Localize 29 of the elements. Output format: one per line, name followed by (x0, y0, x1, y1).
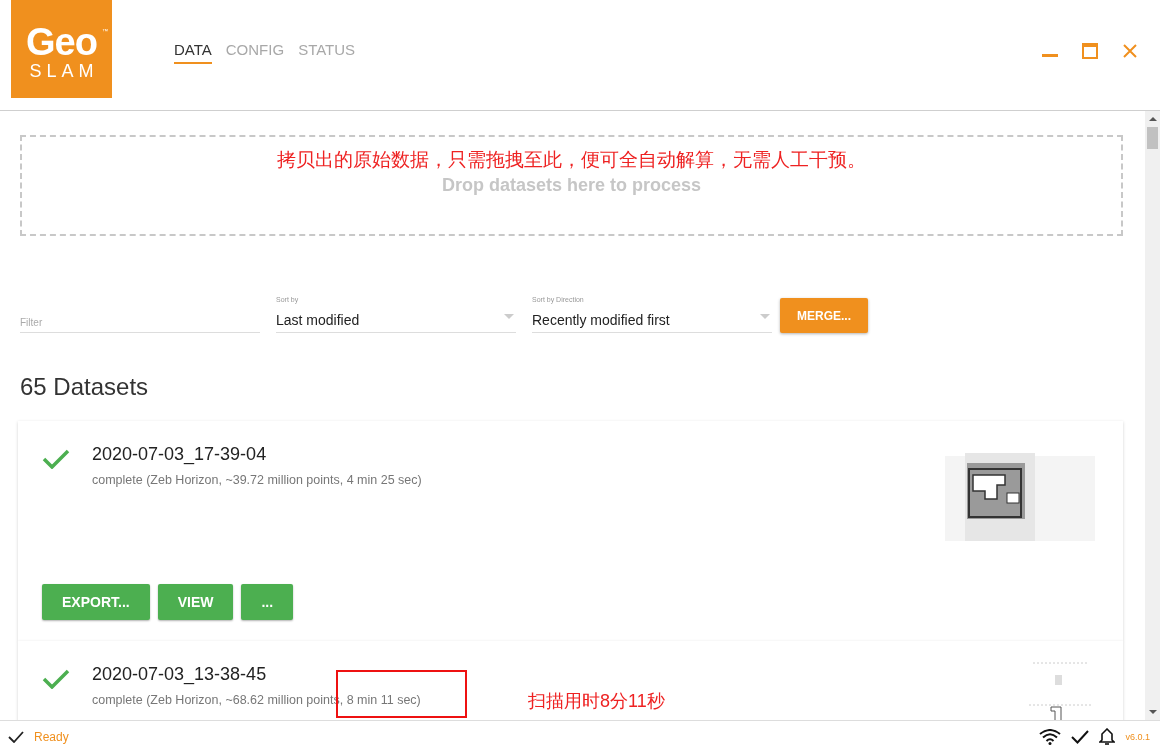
annotation-text: 拷贝出的原始数据，只需拖拽至此，便可全自动解算，无需人工干预。 (277, 148, 866, 172)
merge-button[interactable]: MERGE... (780, 298, 868, 333)
tab[interactable]: CONFIG (225, 41, 285, 64)
scrollbar-thumb[interactable] (1147, 127, 1158, 149)
status-text: Ready (34, 729, 69, 744)
tab[interactable]: STATUS (298, 41, 356, 64)
scrollbar[interactable] (1145, 111, 1160, 720)
caret-icon (504, 314, 514, 319)
sort-by-value: Last modified (276, 312, 360, 328)
dataset-details: complete (Zeb Horizon, ~39.72 million points, 4 min 25 sec) (92, 473, 422, 487)
dataset-action-button[interactable]: ... (241, 584, 294, 620)
caret-icon (760, 314, 770, 319)
sort-direction-value: Recently modified first (532, 312, 670, 328)
annotation-text: 扫描用时8分11秒 (528, 690, 665, 713)
tab[interactable]: DATA (174, 41, 212, 64)
version-label: v6.0.1 (1125, 731, 1150, 742)
dataset-action-button[interactable]: EXPORT... (42, 584, 150, 620)
dataset-name: 2020-07-03_13-38-45 (92, 663, 268, 686)
check-icon[interactable] (1071, 729, 1090, 744)
wifi-icon[interactable] (1039, 728, 1062, 745)
scroll-up-icon[interactable] (1148, 117, 1157, 121)
scroll-down-icon[interactable] (1148, 710, 1157, 714)
bell-icon[interactable] (1099, 727, 1116, 746)
dataset-count: 65 Datasets (20, 373, 150, 401)
dataset-action-button[interactable]: VIEW (157, 584, 234, 620)
drop-hint: Drop datasets here to process (441, 174, 702, 197)
drop-zone[interactable]: 拷贝出的原始数据，只需拖拽至此，便可全自动解算，无需人工干预。 Drop datasets here to process (20, 135, 1123, 236)
dataset-name: 2020-07-03_17-39-04 (92, 443, 268, 466)
check-icon (8, 730, 24, 743)
